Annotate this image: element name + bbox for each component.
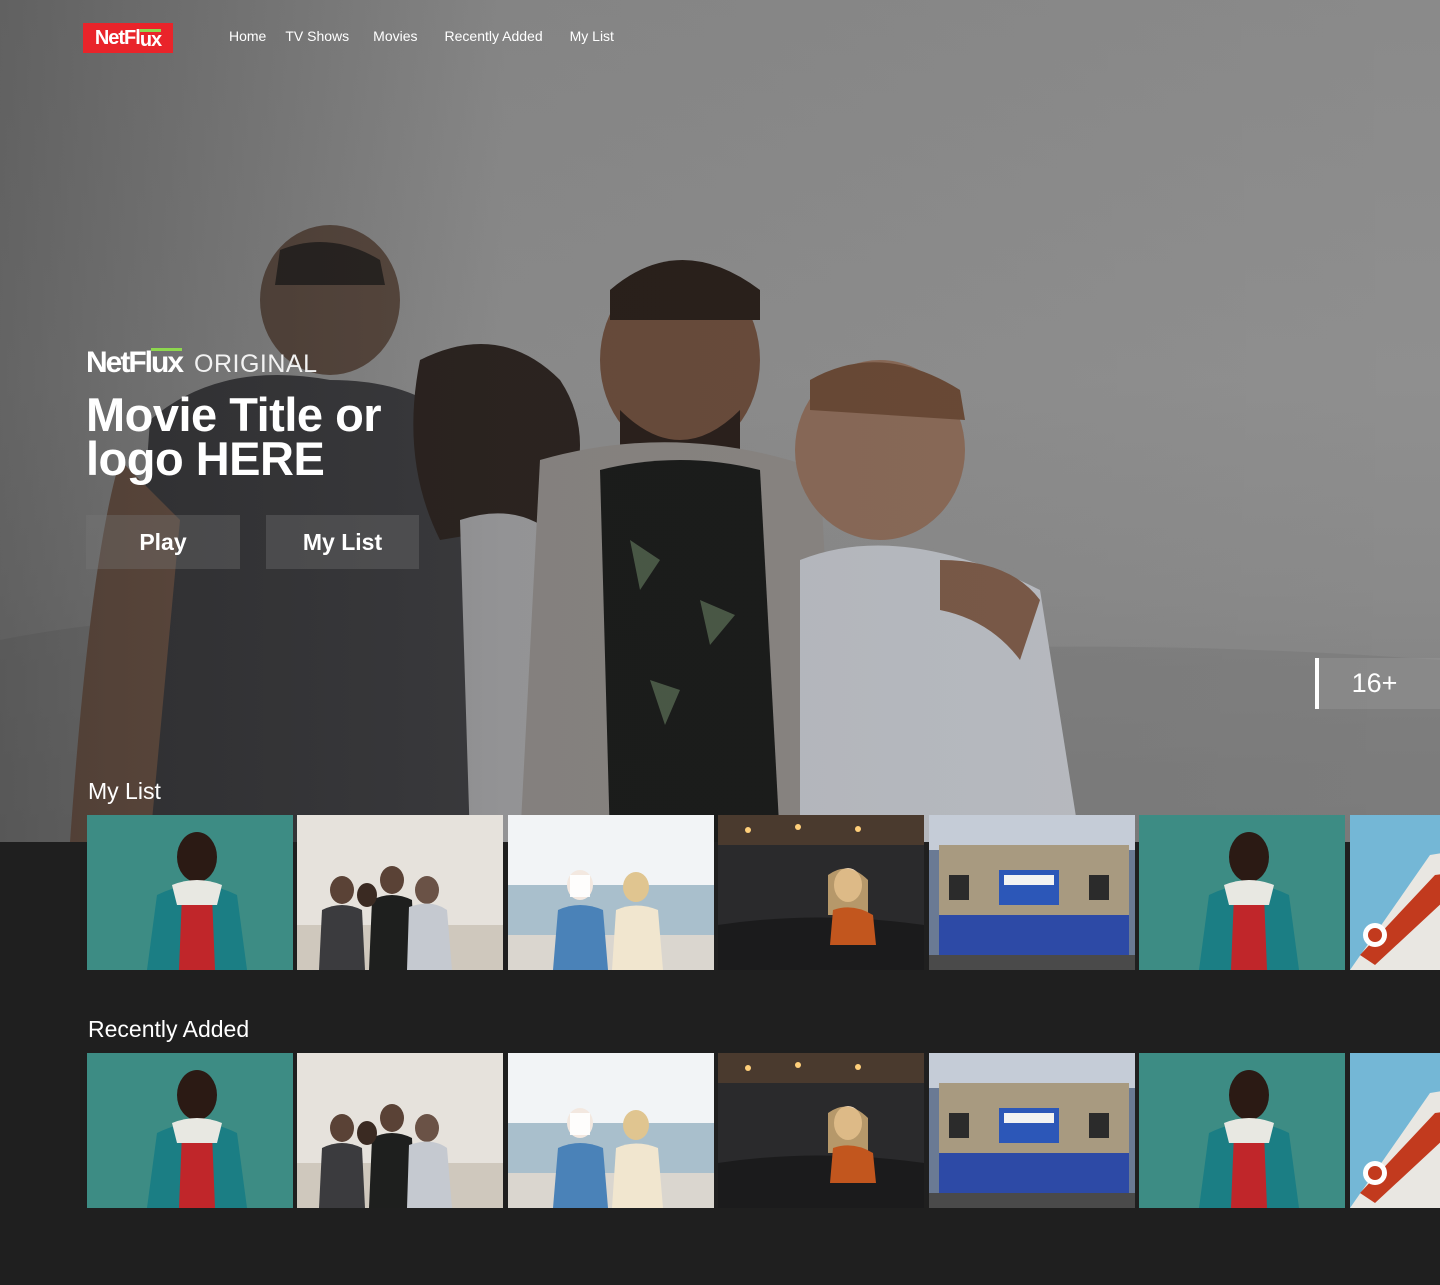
tile-man-teal-jacket[interactable]	[87, 815, 293, 970]
logo-text: NetFl	[94, 26, 141, 49]
theater-building-photo	[929, 815, 1135, 970]
friends-laughing-photo	[297, 1053, 503, 1208]
tile-cinema-sign[interactable]	[1350, 815, 1440, 970]
original-label: NetFlux ORIGINAL	[86, 346, 318, 380]
tile-man-teal-jacket-2[interactable]	[1139, 1053, 1345, 1208]
original-word: ORIGINAL	[194, 350, 318, 378]
tile-man-teal-jacket[interactable]	[87, 1053, 293, 1208]
man-teal-jacket-photo	[87, 815, 293, 970]
nav-links: Home TV Shows Movies Recently Added My L…	[229, 28, 614, 44]
cinema-sign-photo	[1350, 1053, 1440, 1208]
original-brand-logo: NetFlux	[86, 346, 184, 380]
theater-building-photo	[929, 1053, 1135, 1208]
row-title-my-list: My List	[88, 778, 161, 804]
tile-theater-building[interactable]	[929, 1053, 1135, 1208]
nav-item-tv-shows[interactable]: TV Shows	[285, 28, 349, 44]
nav-item-movies[interactable]: Movies	[373, 28, 417, 44]
top-navigation: NetFl ux Home TV Shows Movies Recently Ad…	[0, 0, 1440, 76]
maturity-rating-badge: 16+	[1315, 658, 1440, 709]
tile-women-beach[interactable]	[508, 815, 714, 970]
nav-item-my-list[interactable]: My List	[570, 28, 614, 44]
tile-woman-cinema[interactable]	[718, 1053, 924, 1208]
tile-friends-laughing[interactable]	[297, 815, 503, 970]
add-to-my-list-button[interactable]: My List	[266, 515, 419, 569]
women-beach-photo	[508, 1053, 714, 1208]
row-title-recently-added: Recently Added	[88, 1016, 250, 1042]
man-teal-jacket-photo	[1139, 1053, 1345, 1208]
women-beach-photo	[508, 815, 714, 970]
tile-man-teal-jacket-2[interactable]	[1139, 815, 1345, 970]
tile-women-beach[interactable]	[508, 1053, 714, 1208]
original-brand-accent: ux	[151, 346, 184, 379]
tile-cinema-sign[interactable]	[1350, 1053, 1440, 1208]
tile-woman-cinema[interactable]	[718, 815, 924, 970]
man-teal-jacket-photo	[87, 1053, 293, 1208]
tile-friends-laughing[interactable]	[297, 1053, 503, 1208]
woman-cinema-photo	[718, 815, 924, 970]
tile-theater-building[interactable]	[929, 815, 1135, 970]
nav-item-home[interactable]: Home	[229, 28, 266, 44]
friends-laughing-photo	[297, 815, 503, 970]
row-my-list	[87, 815, 1440, 970]
woman-cinema-photo	[718, 1053, 924, 1208]
movie-title: Movie Title or logo HERE	[86, 388, 382, 485]
nav-item-recently-added[interactable]: Recently Added	[445, 28, 543, 44]
cinema-sign-photo	[1350, 815, 1440, 970]
play-button[interactable]: Play	[86, 515, 240, 569]
row-recently-added	[87, 1053, 1440, 1208]
man-teal-jacket-photo	[1139, 815, 1345, 970]
logo-text-accent: ux	[139, 28, 162, 51]
original-brand-text: NetFl	[86, 346, 153, 379]
netflux-logo[interactable]: NetFl ux	[83, 23, 173, 53]
hero-banner: NetFl ux Home TV Shows Movies Recently Ad…	[0, 0, 1440, 842]
